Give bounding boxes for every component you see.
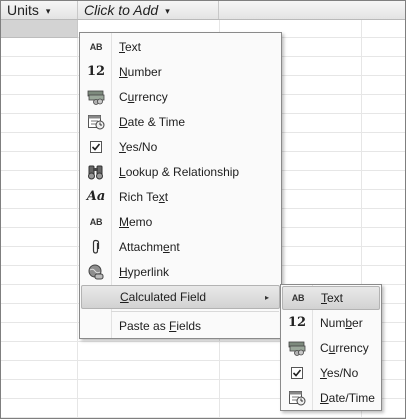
selected-cell[interactable] — [1, 20, 78, 38]
submenu-item-label: Text — [321, 291, 344, 305]
menu-item-label: Currency — [119, 90, 168, 104]
menu-item-calculated-field[interactable]: Calculated Field ▸ — [81, 285, 280, 309]
menu-item-label: Memo — [119, 215, 153, 229]
column-header-units-label: Units — [7, 2, 39, 18]
yes-no-icon — [81, 135, 111, 159]
number-icon: 12 — [86, 64, 106, 79]
column-dropdown-icon[interactable]: ▾ — [46, 6, 51, 16]
submenu-item-label: Date/Time — [320, 391, 375, 405]
submenu-item-text[interactable]: AB Text — [282, 286, 380, 310]
menu-item-rich-text[interactable]: Aa Rich Text — [81, 185, 280, 209]
menu-item-label: Calculated Field — [120, 290, 207, 304]
lookup-icon — [81, 160, 111, 184]
column-header-click-to-add[interactable]: Click to Add ▾ — [78, 1, 219, 19]
submenu-item-number[interactable]: 12 Number — [282, 311, 380, 335]
menu-item-date-time[interactable]: Date & Time — [81, 110, 280, 134]
menu-item-paste-as-fields[interactable]: Paste as Fields — [81, 314, 280, 338]
column-dropdown-icon[interactable]: ▾ — [165, 6, 170, 16]
hyperlink-icon — [81, 260, 111, 284]
menu-item-text[interactable]: AB Text — [81, 35, 280, 59]
currency-icon — [282, 336, 312, 360]
submenu-item-date-time[interactable]: Date/Time — [282, 386, 380, 410]
attachment-icon — [81, 235, 111, 259]
menu-item-label: Number — [119, 65, 162, 79]
rich-text-icon: Aa — [86, 189, 106, 204]
submenu-item-label: Currency — [320, 341, 369, 355]
menu-item-label: Rich Text — [119, 190, 169, 204]
menu-item-hyperlink[interactable]: Hyperlink — [81, 260, 280, 284]
menu-item-label: Yes/No — [119, 140, 158, 154]
menu-separator — [111, 311, 279, 312]
date-time-icon — [282, 386, 312, 410]
submenu-item-yes-no[interactable]: Yes/No — [282, 361, 380, 385]
text-icon: AB — [89, 42, 103, 52]
memo-icon: AB — [89, 217, 103, 227]
submenu-item-label: Yes/No — [320, 366, 359, 380]
field-type-menu: AB Text 12 Number Currency Date & Time Y… — [79, 32, 282, 339]
menu-item-yes-no[interactable]: Yes/No — [81, 135, 280, 159]
menu-item-label: Attachment — [119, 240, 180, 254]
text-icon: AB — [291, 293, 305, 303]
menu-item-lookup-relationship[interactable]: Lookup & Relationship — [81, 160, 280, 184]
yes-no-icon — [282, 361, 312, 385]
column-header-units[interactable]: Units ▾ — [1, 1, 78, 19]
date-time-icon — [81, 110, 111, 134]
menu-item-number[interactable]: 12 Number — [81, 60, 280, 84]
number-icon: 12 — [287, 315, 307, 330]
menu-item-memo[interactable]: AB Memo — [81, 210, 280, 234]
menu-item-label: Lookup & Relationship — [119, 165, 240, 179]
column-header-row: Units ▾ Click to Add ▾ — [1, 1, 405, 20]
menu-item-label: Paste as Fields — [119, 319, 202, 333]
menu-item-label: Hyperlink — [119, 265, 170, 279]
currency-icon — [81, 85, 111, 109]
menu-item-attachment[interactable]: Attachment — [81, 235, 280, 259]
datasheet-view: Units ▾ Click to Add ▾ AB Text 12 Number C… — [0, 0, 406, 419]
menu-item-label: Text — [119, 40, 142, 54]
click-to-add-label: Click to Add — [84, 2, 159, 18]
menu-item-label: Date & Time — [119, 115, 186, 129]
submenu-item-label: Number — [320, 316, 363, 330]
submenu-item-currency[interactable]: Currency — [282, 336, 380, 360]
menu-item-currency[interactable]: Currency — [81, 85, 280, 109]
calculated-field-submenu: AB Text 12 Number Currency Yes/No Date/T… — [280, 284, 382, 411]
submenu-arrow-icon: ▸ — [264, 293, 269, 302]
